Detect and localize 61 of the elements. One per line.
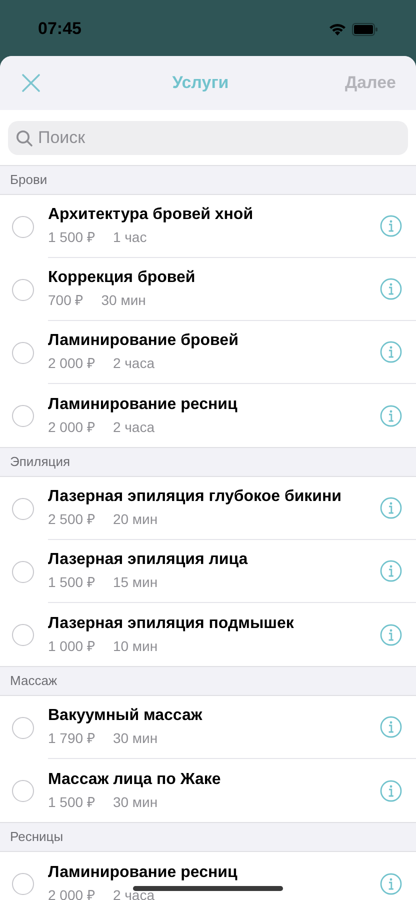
service-duration: 15 мин [112, 573, 158, 592]
service-name: Коррекция бровей [48, 268, 196, 288]
service-duration: 20 мин [112, 510, 158, 529]
section-header: Брови [10, 171, 48, 190]
radio-button[interactable] [12, 342, 34, 364]
service-price: 1 500 ₽ [48, 228, 95, 247]
radio-button[interactable] [12, 216, 34, 238]
service-name: Массаж лица по Жаке [48, 770, 222, 790]
service-name: Ламинирование ресниц [48, 394, 238, 414]
service-duration: 30 мин [101, 291, 146, 310]
radio-button[interactable] [12, 278, 34, 300]
service-duration: 1 час [112, 228, 147, 247]
info-icon[interactable] [380, 278, 402, 300]
service-name: Ламинирование ресниц [48, 862, 238, 882]
info-icon[interactable] [380, 341, 402, 363]
service-price: 2 000 ₽ [48, 886, 95, 900]
service-price: 1 500 ₽ [48, 573, 95, 592]
status-time: 07:45 [38, 18, 82, 40]
service-price: 2 000 ₽ [48, 418, 95, 436]
info-icon[interactable] [380, 624, 402, 646]
info-icon[interactable] [380, 716, 402, 738]
service-price: 1 790 ₽ [48, 729, 95, 748]
radio-button[interactable] [12, 624, 34, 646]
section-header: Массаж [10, 672, 58, 690]
search-field[interactable]: Поиск [8, 120, 408, 154]
section-header: Ресницы [10, 828, 64, 846]
battery-icon [352, 22, 378, 36]
close-button[interactable] [20, 72, 42, 94]
service-price: 700 ₽ [48, 291, 84, 310]
service-price: 1 000 ₽ [48, 636, 95, 656]
service-duration: 30 мин [112, 792, 158, 812]
info-icon[interactable] [380, 560, 402, 582]
screen-title: Услуги [172, 72, 229, 94]
wifi-icon [329, 22, 346, 36]
service-name: Лазерная эпиляция подмышек [48, 614, 295, 634]
service-name: Вакуумный массаж [48, 706, 204, 726]
search-icon [16, 130, 33, 146]
radio-button[interactable] [12, 716, 34, 738]
service-price: 2 500 ₽ [48, 510, 95, 529]
info-icon[interactable] [380, 497, 402, 519]
service-name: Лазерная эпиляция лица [48, 550, 249, 570]
service-name: Ламинирование бровей [48, 331, 240, 351]
info-icon[interactable] [380, 872, 402, 894]
service-duration: 2 часа [112, 354, 154, 373]
radio-button[interactable] [12, 872, 34, 894]
service-price: 1 500 ₽ [48, 792, 95, 812]
service-price: 2 000 ₽ [48, 354, 95, 373]
radio-button[interactable] [12, 498, 34, 520]
info-icon[interactable] [380, 780, 402, 802]
service-name: Архитектура бровей хной [48, 205, 254, 225]
service-name: Лазерная эпиляция глубокое бикини [48, 487, 343, 507]
radio-button[interactable] [12, 780, 34, 802]
section-header: Эпиляция [10, 453, 70, 472]
service-duration: 2 часа [112, 418, 154, 436]
info-icon[interactable] [380, 404, 402, 426]
service-duration: 10 мин [112, 636, 158, 656]
service-duration: 2 часа [112, 886, 154, 900]
info-icon[interactable] [380, 215, 402, 237]
radio-button[interactable] [12, 560, 34, 582]
radio-button[interactable] [12, 404, 34, 426]
service-duration: 30 мин [112, 729, 158, 748]
